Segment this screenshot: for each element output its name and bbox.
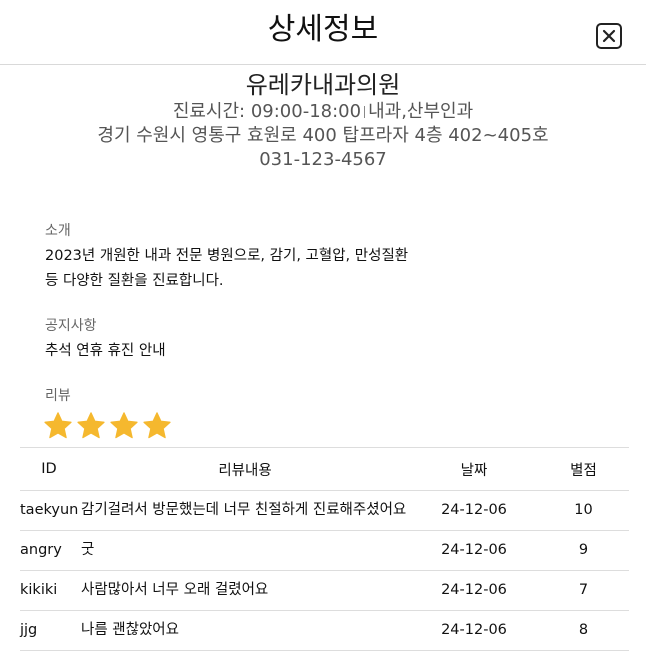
review-id: jjg (20, 610, 79, 651)
review-date: 24-12-06 (410, 570, 538, 611)
intro-text-line: 2023년 개원한 내과 전문 병원으로, 감기, 고혈압, 만성질환 (45, 248, 409, 264)
star-icon (77, 412, 105, 439)
clinic-phone: 031-123-4567 (259, 149, 387, 170)
review-id: taekyun (20, 490, 79, 531)
table-header-row: ID 리뷰내용 날짜 별점 (20, 447, 629, 491)
review-date: 24-12-06 (410, 530, 538, 571)
star-icon (143, 412, 171, 439)
star-icon (110, 412, 138, 439)
column-header-rating: 별점 (538, 447, 629, 491)
column-header-id: ID (20, 447, 79, 491)
review-content: 굿 (79, 530, 410, 571)
table-row: taekyun 감기걸려서 방문했는데 너무 친절하게 진료해주셨어요 24-1… (20, 490, 629, 531)
clinic-name: 유레카내과의원 (245, 71, 401, 99)
notice-section: 공지사항 추석 연휴 휴진 안내 (45, 317, 605, 364)
intro-text-line: 등 다양한 질환을 진료합니다. (45, 273, 224, 289)
review-id: kikiki (20, 570, 79, 611)
notice-text: 추석 연휴 휴진 안내 (45, 343, 166, 359)
review-content: 사람많아서 너무 오래 걸렸어요 (79, 570, 410, 611)
review-rating: 9 (538, 530, 629, 571)
clinic-departments: 내과,산부인과 (368, 101, 474, 122)
close-button[interactable] (596, 23, 622, 49)
rating-stars (43, 411, 172, 441)
review-table: ID 리뷰내용 날짜 별점 taekyun 감기걸려서 방문했는데 너무 친절하… (20, 447, 629, 651)
star-icon (44, 412, 72, 439)
page-title: 상세정보 (267, 12, 379, 47)
review-rating: 8 (538, 610, 629, 651)
clinic-hours-row: 진료시간: 09:00-18:00 내과,산부인과 (0, 100, 646, 124)
column-header-date: 날짜 (410, 447, 538, 491)
clinic-address: 경기 수원시 영통구 효원로 400 탑프라자 4층 402~405호 (97, 125, 549, 146)
review-content: 나름 괜찮았어요 (79, 610, 410, 651)
table-row: jjg 나름 괜찮았어요 24-12-06 8 (20, 610, 629, 651)
review-date: 24-12-06 (410, 610, 538, 651)
review-id: angry (20, 530, 79, 571)
clinic-hours: 진료시간: 09:00-18:00 (172, 101, 362, 122)
review-label: 리뷰 (45, 388, 71, 404)
divider (364, 106, 366, 118)
review-date: 24-12-06 (410, 490, 538, 531)
review-rating: 10 (538, 490, 629, 531)
review-rating: 7 (538, 570, 629, 611)
notice-label: 공지사항 (45, 318, 97, 334)
close-icon (602, 29, 616, 43)
table-row: angry 굿 24-12-06 9 (20, 530, 629, 571)
intro-label: 소개 (45, 223, 71, 239)
clinic-info: 유레카내과의원 진료시간: 09:00-18:00 내과,산부인과 경기 수원시 … (0, 70, 646, 172)
review-section: 리뷰 (45, 387, 605, 405)
table-row: kikiki 사람많아서 너무 오래 걸렸어요 24-12-06 7 (20, 570, 629, 611)
column-header-content: 리뷰내용 (79, 447, 410, 491)
intro-text: 2023년 개원한 내과 전문 병원으로, 감기, 고혈압, 만성질환 등 다양… (45, 244, 605, 294)
modal-header: 상세정보 (0, 0, 646, 65)
intro-section: 소개 2023년 개원한 내과 전문 병원으로, 감기, 고혈압, 만성질환 등… (45, 222, 605, 294)
review-content: 감기걸려서 방문했는데 너무 친절하게 진료해주셨어요 (79, 490, 410, 531)
